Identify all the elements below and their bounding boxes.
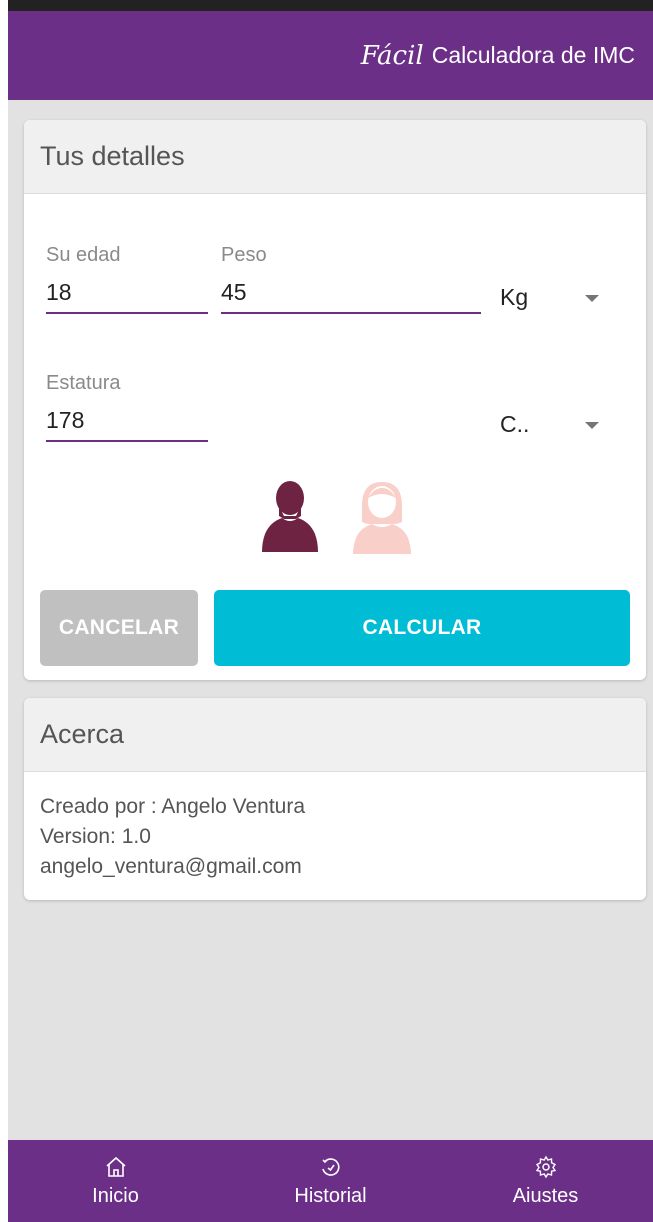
height-unit-dropdown-icon[interactable] [585,422,599,429]
settings-icon [535,1155,556,1178]
nav-label-inicio: Inicio [92,1184,139,1207]
email-text: angelo_ventura@gmail.com [40,855,302,878]
height-field[interactable]: Estatura 178 [46,372,208,442]
weight-field[interactable]: Peso 45 [221,244,481,314]
status-bar [8,0,653,11]
height-input[interactable]: 178 [46,407,208,442]
weight-label: Peso [221,244,267,266]
app-title-script: Fácil [360,40,424,71]
weight-unit-dropdown-icon[interactable] [585,295,599,302]
bottom-navigation: Inicio Historial Aiustes [8,1140,653,1222]
nav-label-ajustes: Aiustes [512,1184,579,1207]
male-button[interactable] [254,476,326,556]
nav-label-historial: Historial [294,1184,367,1207]
home-icon [105,1156,126,1177]
app-title: Calculadora de IMC [431,42,635,68]
male-person-icon [262,481,318,552]
weight-input[interactable]: 45 [221,279,481,314]
about-body: Creado por : Angelo Ventura Version: 1.0… [24,772,646,900]
cancel-button[interactable]: CANCELAR [40,590,198,666]
female-button[interactable] [346,476,418,556]
nav-item-inicio[interactable]: Inicio [16,1155,216,1208]
created-by-text: Creado por : Angelo Ventura [40,795,306,818]
about-header: Acerca [24,698,646,772]
history-icon [321,1157,340,1176]
calculate-button[interactable]: CALCULAR [214,590,630,666]
about-card: Acerca Creado por : Angelo Ventura Versi… [24,698,646,900]
version-text: Version: 1.0 [40,825,151,848]
nav-item-historial[interactable]: Historial [231,1155,431,1208]
age-label: Su edad [46,244,121,266]
female-person-icon [353,482,411,554]
age-field[interactable]: Su edad 18 [46,244,208,314]
height-label: Estatura [46,372,121,394]
height-unit-select[interactable]: C.. [500,411,529,438]
details-card: Tus detalles Su edad 18 Peso 45 Kg Estat… [24,120,646,680]
weight-unit-select[interactable]: Kg [500,284,528,311]
nav-item-ajustes[interactable]: Aiustes [446,1155,646,1208]
details-header: Tus detalles [24,120,646,194]
left-frame-edge [0,0,8,1222]
age-input[interactable]: 18 [46,279,208,314]
app-bar: Fácil Calculadora de IMC [8,11,653,100]
